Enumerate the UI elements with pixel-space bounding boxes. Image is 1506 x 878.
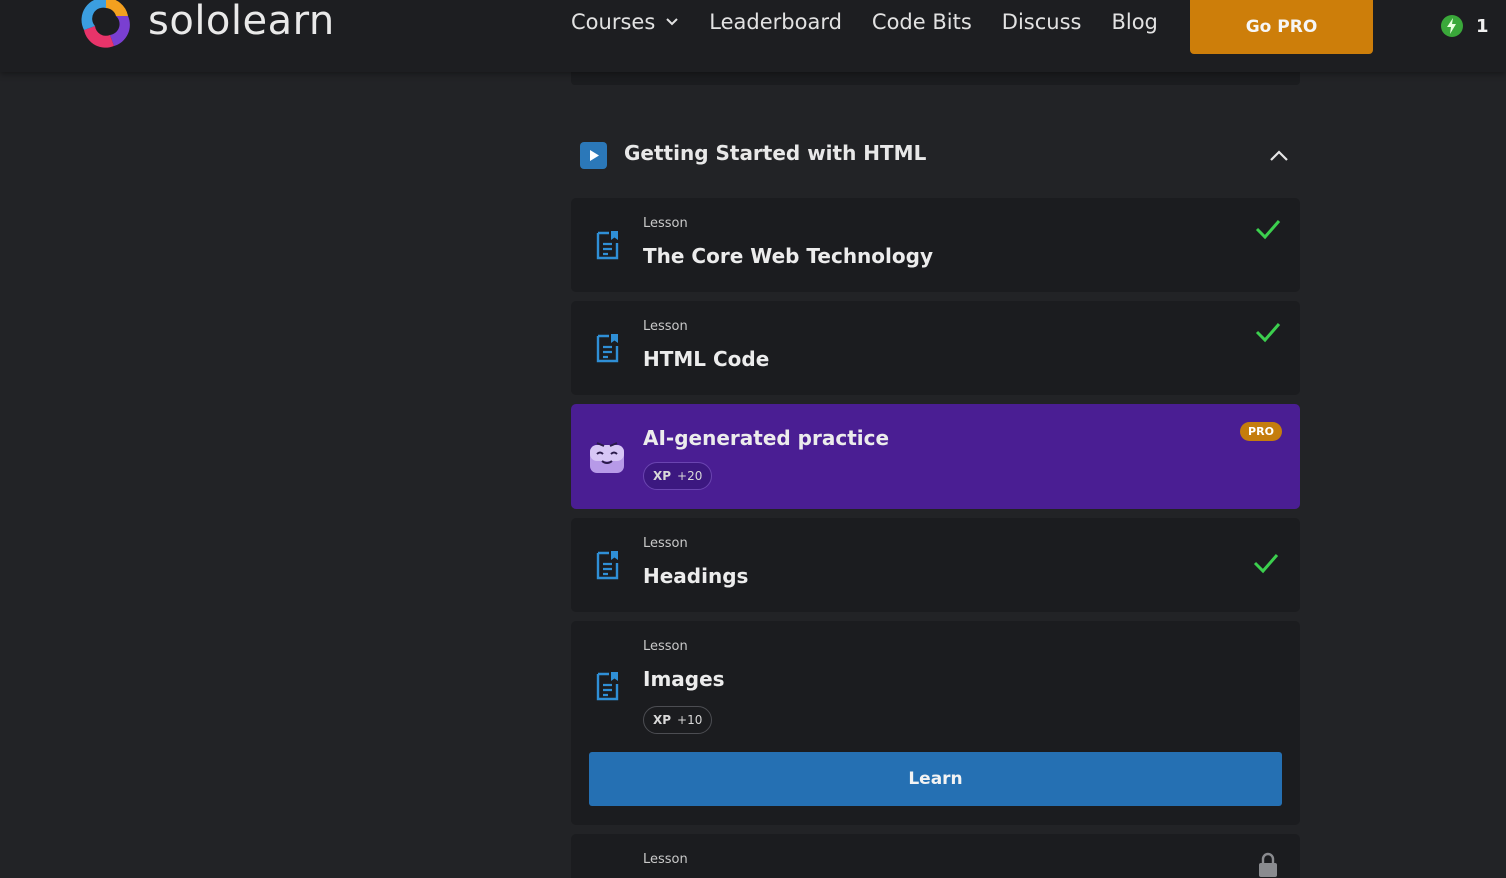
xp-value: +20	[677, 469, 703, 483]
play-icon	[580, 142, 607, 169]
nav-code-bits[interactable]: Code Bits	[872, 10, 972, 34]
learn-button[interactable]: Learn	[589, 752, 1282, 806]
lesson-title: The Core Web Technology	[643, 244, 933, 268]
go-pro-button[interactable]: Go PRO	[1190, 0, 1373, 54]
lock-icon	[1259, 852, 1277, 877]
nav-discuss[interactable]: Discuss	[1002, 10, 1082, 34]
sololearn-logo-icon	[81, 0, 130, 48]
lesson-kicker: Lesson	[643, 319, 688, 334]
nav-courses-label: Courses	[571, 10, 656, 34]
streak-indicator[interactable]: 1	[1440, 14, 1489, 38]
lightning-icon	[1441, 15, 1463, 37]
streak-count: 1	[1476, 15, 1489, 37]
checkmark-icon	[1253, 554, 1279, 574]
lesson-document-icon	[596, 551, 619, 580]
nav-courses[interactable]: Courses	[571, 10, 679, 34]
lesson-card[interactable]: Lesson HTML Code	[571, 301, 1300, 395]
ai-practice-card[interactable]: AI-generated practice PRO XP +20	[571, 404, 1300, 509]
lesson-document-icon	[596, 231, 619, 260]
lesson-kicker: Lesson	[643, 536, 688, 551]
lesson-title: Headings	[643, 564, 749, 588]
checkmark-icon	[1255, 323, 1281, 343]
xp-label: XP	[653, 713, 672, 727]
lesson-title: Images	[643, 667, 725, 691]
lesson-title: HTML Code	[643, 347, 770, 371]
ai-robot-icon	[590, 442, 624, 473]
lesson-document-icon	[596, 334, 619, 363]
module-header[interactable]: Getting Started with HTML	[571, 128, 1300, 180]
top-navigation-bar: sololearn Courses Leaderboard Code Bits …	[0, 0, 1506, 72]
lesson-document-icon	[596, 672, 619, 701]
nav-blog[interactable]: Blog	[1111, 10, 1157, 34]
sololearn-logo[interactable]: sololearn	[78, 0, 335, 52]
xp-value: +10	[677, 713, 703, 727]
practice-title: AI-generated practice	[643, 426, 890, 450]
lesson-card-current[interactable]: Lesson Images XP +10 Learn	[571, 621, 1300, 825]
lesson-kicker: Lesson	[643, 852, 688, 867]
checkmark-icon	[1255, 220, 1281, 240]
xp-badge: XP +10	[643, 706, 713, 734]
logo-text: sololearn	[148, 0, 335, 44]
main-nav: Courses Leaderboard Code Bits Discuss Bl…	[571, 10, 1188, 34]
pro-badge: PRO	[1240, 422, 1282, 441]
lesson-card[interactable]: Lesson The Core Web Technology	[571, 198, 1300, 292]
xp-label: XP	[653, 469, 672, 483]
chevron-down-icon	[666, 18, 678, 26]
previous-card-edge	[571, 72, 1300, 85]
module-title: Getting Started with HTML	[624, 141, 927, 165]
lesson-card[interactable]: Lesson Headings	[571, 518, 1300, 612]
xp-badge: XP +20	[643, 462, 713, 490]
chevron-up-icon[interactable]	[1268, 145, 1290, 167]
lesson-kicker: Lesson	[643, 216, 688, 231]
nav-leaderboard[interactable]: Leaderboard	[709, 10, 842, 34]
lesson-card-locked[interactable]: Lesson	[571, 834, 1300, 878]
lesson-kicker: Lesson	[643, 639, 688, 654]
